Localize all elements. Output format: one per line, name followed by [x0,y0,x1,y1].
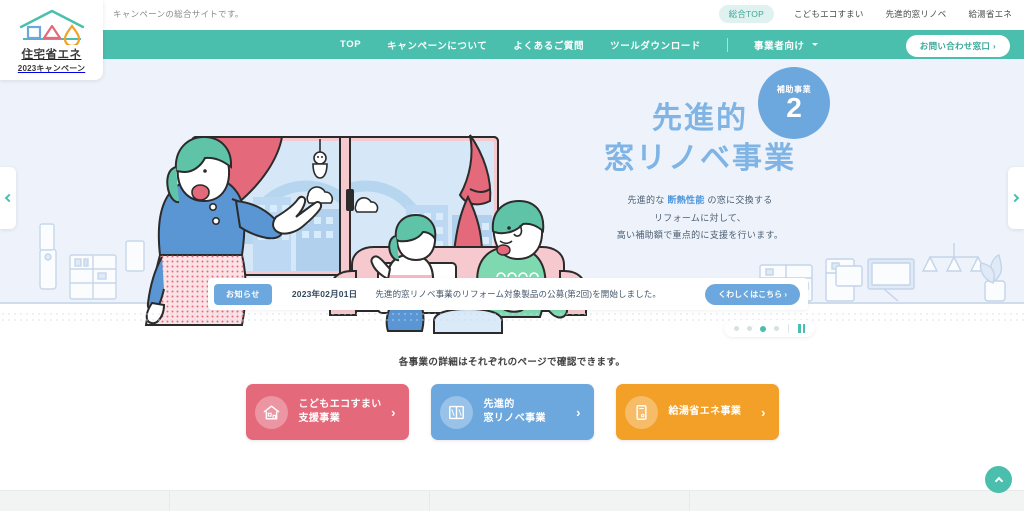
hero-desc-part1: 先進的な [627,195,668,206]
page-root: 先進的 窓リノベ事業 先進的な 断熱性能 の窓に交換する リフォームに対して、 … [0,0,1024,511]
news-date: 2023年02月01日 [291,289,358,299]
window-glyph [448,405,464,419]
carousel-dot-3[interactable] [760,325,766,332]
utility-nav: 総合TOP こどもエコすまい 先進的窓リノベ 給湯省エネ [718,5,1014,23]
carousel-prev-button[interactable] [0,167,16,229]
carousel-dot-1[interactable] [734,326,739,331]
footer-segment [430,491,690,511]
util-link-general-top[interactable]: 総合TOP [718,5,774,23]
site-logo[interactable]: 住宅省エネ 2023キャンペーン [0,0,103,80]
footer-segment [0,491,170,511]
card-label: こどもエコすまい 支援事業 [298,398,382,424]
program-cards-section: 各事業の詳細はそれぞれのページで確認できます。 こどもエコすまい 支援事業 › [0,335,1024,490]
card-label: 先進的 窓リノベ事業 [483,398,546,424]
nav-divider [727,37,729,52]
chevron-right-icon: › [576,404,581,420]
hero-desc-part2: の窓に交換する [704,195,773,206]
footer-band [0,490,1024,511]
footer-segment [170,491,430,511]
chevron-up-icon [994,476,1003,485]
chevron-right-icon: › [391,404,396,420]
carousel-next-button[interactable] [1008,167,1024,229]
carousel-controls [724,320,815,337]
card-kyuto-shoene[interactable]: 給湯省エネ事業 › [615,384,779,440]
util-link-water-heater[interactable]: 給湯省エネ [966,5,1014,23]
card-label: 給湯省エネ事業 [668,405,742,417]
card-senshinteki-mado-renove[interactable]: 先進的 窓リノベ事業 › [430,384,594,440]
news-detail-button[interactable]: くわしくはこちら › [705,283,800,305]
chevron-right-icon: › [761,404,766,420]
contact-window-button[interactable]: お問い合わせ窓口 › [905,35,1010,57]
divider [788,324,789,333]
util-link-window-reno[interactable]: 先進的窓リノベ [884,5,949,23]
chevron-left-icon [4,193,14,203]
nav-item-about-campaign[interactable]: キャンペーンについて [387,38,487,52]
cards-lead-text: 各事業の詳細はそれぞれのページで確認できます。 [398,357,626,368]
logo-title: 住宅省エネ [21,48,82,61]
news-headline[interactable]: 先進的窓リノベ事業のリフォーム対象製品の公募(第2回)を開始しました。 [375,288,661,300]
utility-bar: キャンペーンの総合サイトです。 総合TOP こどもエコすまい 先進的窓リノベ 給… [0,0,1024,30]
nav-item-for-businesses[interactable]: 事業者向け [754,38,818,52]
news-bar: お知らせ 2023年02月01日 先進的窓リノベ事業のリフォーム対象製品の公募(… [208,278,808,310]
carousel-dot-4[interactable] [774,326,779,331]
window-icon [439,395,473,429]
carousel-pause-button[interactable] [798,324,805,333]
chevron-down-icon [811,43,818,46]
nav-item-tool-download[interactable]: ツールダウンロード [610,38,701,52]
hero-desc-line2: リフォームに対して、 [653,212,746,223]
site-tagline: キャンペーンの総合サイトです。 [113,9,244,19]
subsidy-program-badge: 補助事業 2 [758,67,830,139]
hero-desc-highlight: 断熱性能 [667,195,705,206]
water-heater-glyph [635,404,647,420]
card-kodomo-eco-sumai[interactable]: こどもエコすまい 支援事業 › [245,384,409,440]
house-icon [254,395,288,429]
hero-desc-line3: 高い補助額で重点的に支援を行います。 [616,230,784,241]
house-glyph [263,404,279,420]
main-nav-items: TOP キャンペーンについて よくあるご質問 ツールダウンロード 事業者向け [340,30,818,59]
nav-item-top[interactable]: TOP [340,39,361,50]
nav-item-faq[interactable]: よくあるご質問 [513,38,584,52]
scroll-to-top-button[interactable] [985,466,1012,493]
util-link-kodomo-eco[interactable]: こどもエコすまい [792,5,866,23]
main-navigation: TOP キャンペーンについて よくあるご質問 ツールダウンロード 事業者向け [0,30,1024,59]
logo-subtitle: 2023キャンペーン [17,63,86,73]
water-heater-icon [624,395,658,429]
carousel-dot-2[interactable] [747,326,752,331]
house-logo-icon [19,9,84,45]
program-cards: こどもエコすまい 支援事業 › 先進的 窓リノベ事業 › 給湯省エネ事業 › [0,384,1024,440]
nav-item-for-businesses-label: 事業者向け [754,40,805,52]
hero-description: 先進的な 断熱性能 の窓に交換する リフォームに対して、 高い補助額で重点的に支… [560,192,840,245]
badge-number: 2 [786,92,802,123]
chevron-right-icon [1010,193,1020,203]
news-tag: お知らせ [214,283,272,305]
